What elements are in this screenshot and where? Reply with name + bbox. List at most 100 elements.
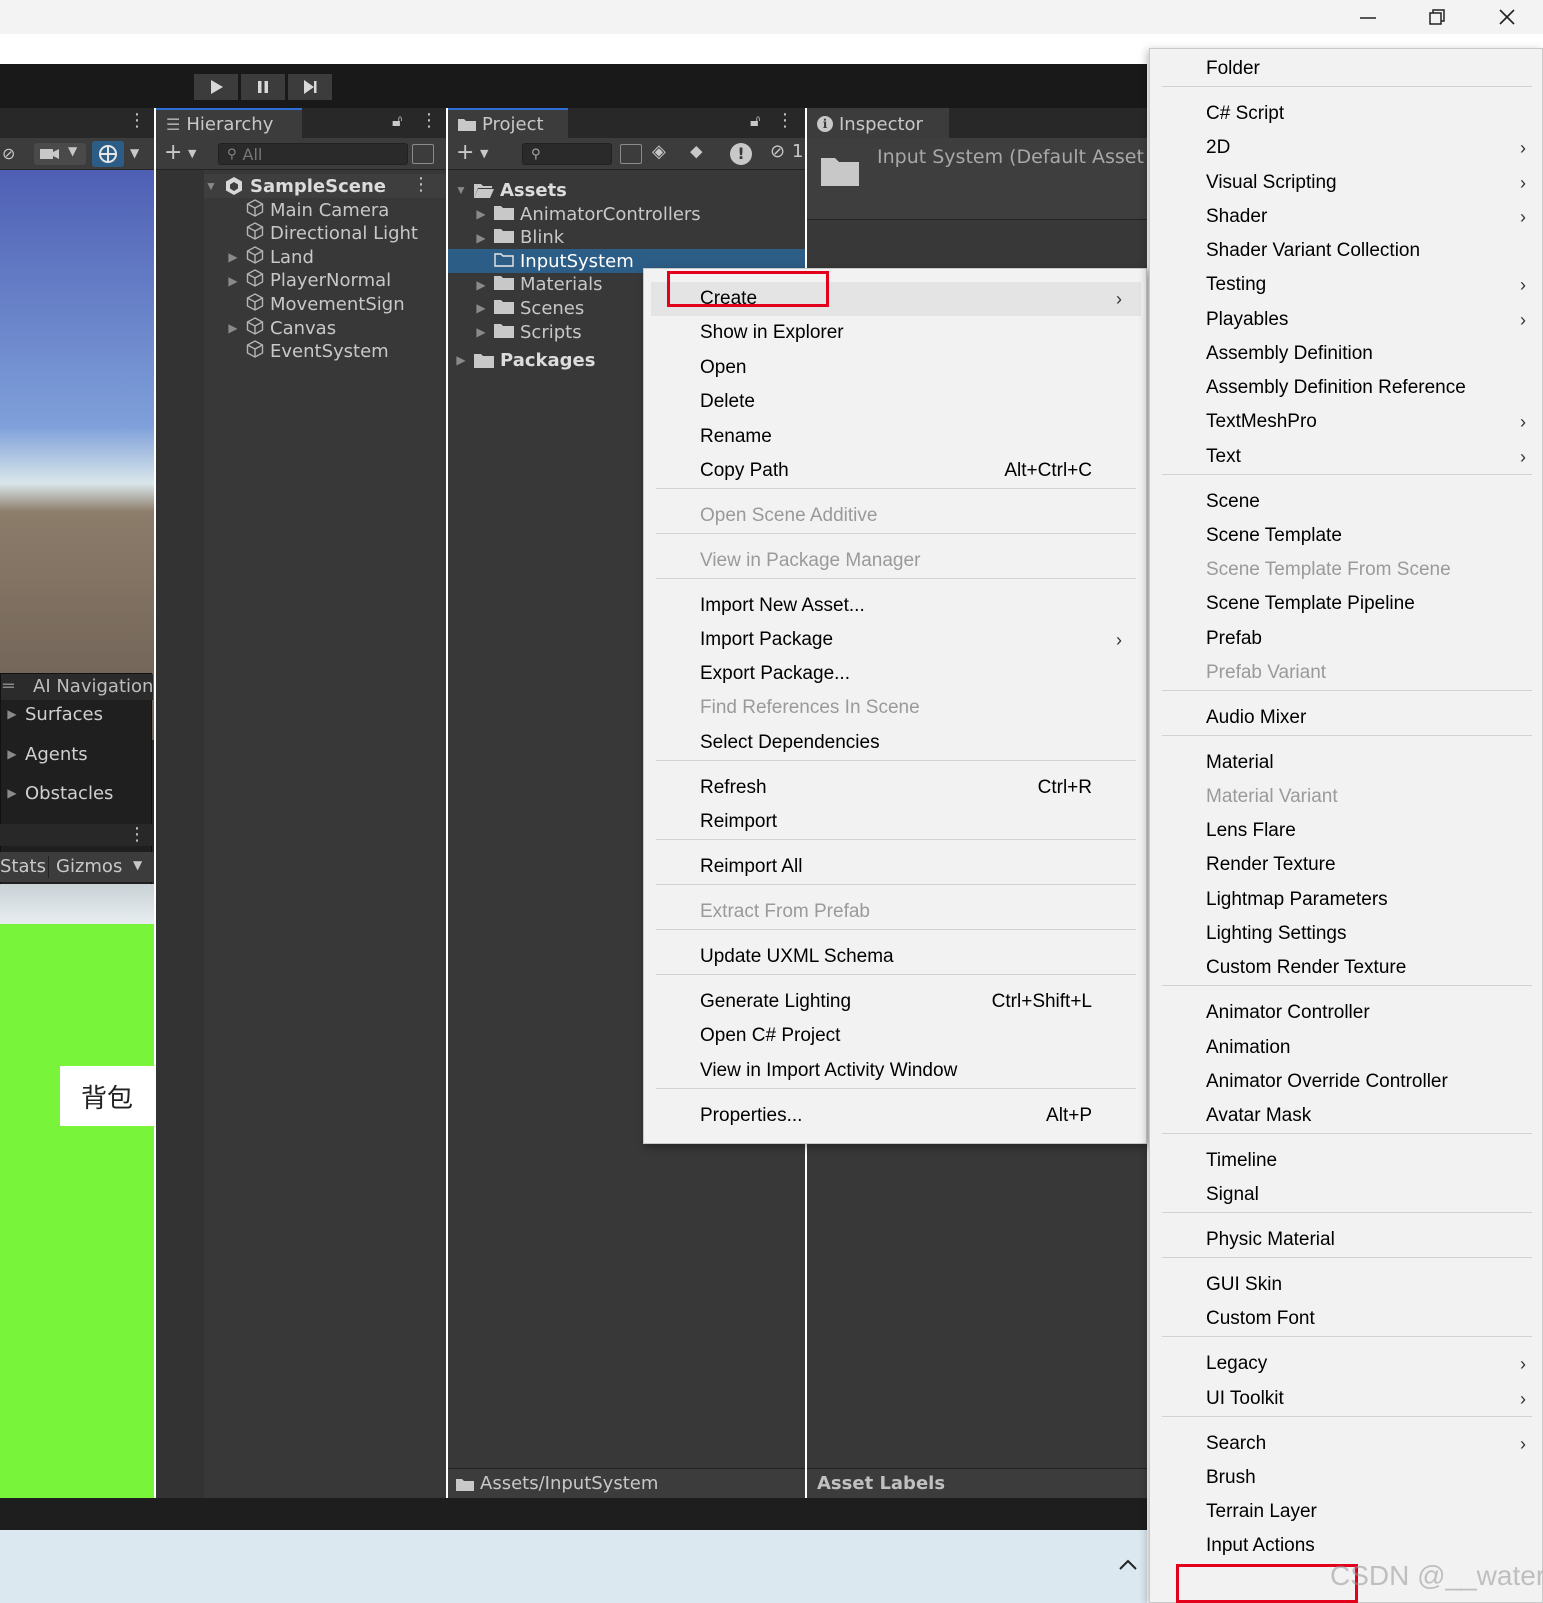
create-menu-item[interactable]: Shader Variant Collection [1150,234,1543,268]
hierarchy-item[interactable]: ▶ Land [226,245,314,269]
game-view[interactable]: 背包 [0,884,154,1498]
create-menu-item[interactable]: Physic Material [1150,1223,1543,1257]
context-menu-item[interactable]: Refresh Ctrl+R [644,771,1148,805]
create-menu-item[interactable]: Scene Template Pipeline [1150,587,1543,621]
filter-by-label-icon[interactable]: ⬥ [690,141,703,162]
add-icon[interactable]: + [164,140,182,165]
scene-view[interactable] [0,170,154,740]
ai-nav-item[interactable]: ▶ Surfaces [5,702,103,726]
hierarchy-item[interactable]: Directional Light [226,222,418,246]
expand-arrow-icon[interactable]: ▶ [226,250,240,264]
create-menu-item[interactable]: Text › [1150,440,1543,474]
create-menu-item[interactable]: Avatar Mask [1150,1099,1543,1133]
tab-inspector[interactable]: i Inspector [807,108,949,138]
create-menu-item[interactable]: Shader › [1150,200,1543,234]
context-menu-item[interactable]: Open C# Project [644,1019,1148,1053]
context-menu-item[interactable]: View in Import Activity Window [644,1054,1148,1088]
create-menu-item[interactable]: Lens Flare [1150,814,1543,848]
collapse-arrow-icon[interactable]: ▼ [454,183,468,197]
chevron-down-icon[interactable]: ▼ [133,858,142,872]
expand-arrow-icon[interactable]: ▶ [5,786,19,800]
create-menu-item[interactable]: Animation [1150,1031,1543,1065]
chevron-down-icon[interactable]: ▼ [480,147,488,160]
create-menu-item[interactable]: UI Toolkit › [1150,1382,1543,1416]
create-menu-item[interactable]: Input Actions [1150,1529,1543,1563]
context-menu-item[interactable]: Import New Asset... [644,589,1148,623]
project-folder-row[interactable]: ▶ Blink [448,226,805,250]
hierarchy-item[interactable]: Main Camera [226,198,389,222]
context-menu-item[interactable]: Open [644,351,1148,385]
create-menu-item[interactable]: Signal [1150,1178,1543,1212]
expand-arrow-icon[interactable]: ▶ [5,707,19,721]
filter-by-type-icon[interactable]: ◈ [652,141,666,162]
create-menu-item[interactable]: C# Script [1150,97,1543,131]
tab-hierarchy[interactable]: ☰ Hierarchy [156,108,302,138]
play-button[interactable] [194,74,238,100]
stats-button[interactable]: Stats [0,856,46,877]
expand-arrow-icon[interactable]: ▶ [474,231,488,245]
scene-row[interactable]: ▼ SampleScene ⋮ [204,174,446,198]
panel-menu-icon[interactable]: ⋮ [128,110,146,131]
create-menu-item[interactable]: Assembly Definition [1150,337,1543,371]
scene-menu-icon[interactable]: ⋮ [412,174,430,195]
hierarchy-item[interactable]: ▶ PlayerNormal [226,269,391,293]
create-menu-item[interactable]: Lightmap Parameters [1150,883,1543,917]
assets-folder-row[interactable]: ▼ Assets [454,178,567,202]
hierarchy-item[interactable]: EventSystem [226,340,389,364]
project-search-input[interactable]: ⚲ [522,143,612,165]
context-menu-item[interactable]: Properties... Alt+P [644,1099,1148,1133]
create-menu-item[interactable]: Timeline [1150,1144,1543,1178]
context-menu-item[interactable]: Generate Lighting Ctrl+Shift+L [644,985,1148,1019]
create-menu-item[interactable]: Prefab [1150,622,1543,656]
expand-arrow-icon[interactable]: ▶ [474,207,488,221]
hierarchy-item[interactable]: MovementSign [226,292,405,316]
context-menu-item[interactable]: Delete [644,385,1148,419]
add-icon[interactable]: + [456,140,474,165]
gizmos-button[interactable]: Gizmos [56,856,122,877]
create-menu-item[interactable]: Folder [1150,52,1543,86]
search-by-scene-icon[interactable] [620,144,642,164]
create-menu-item[interactable]: Lighting Settings [1150,917,1543,951]
scene-visibility-toggle-icon[interactable] [412,144,434,164]
create-menu-item[interactable]: Testing › [1150,268,1543,302]
create-menu-item[interactable]: Search › [1150,1427,1543,1461]
create-menu-item[interactable]: Legacy › [1150,1347,1543,1381]
create-menu-item[interactable]: Animator Override Controller [1150,1065,1543,1099]
expand-arrow-icon[interactable]: ▶ [226,321,240,335]
context-menu-item[interactable]: Import Package › [644,623,1148,657]
expand-arrow-icon[interactable]: ▶ [226,274,240,288]
panel-menu-icon[interactable]: ⋮ [128,824,146,845]
create-menu-item[interactable]: Visual Scripting › [1150,166,1543,200]
camera-dropdown[interactable]: ▼ [34,143,86,165]
gizmo-toggle-button[interactable] [92,141,124,167]
chevron-down-icon[interactable]: ▼ [130,146,139,160]
context-menu-item[interactable]: Show in Explorer [644,316,1148,350]
hierarchy-search-input[interactable]: ⚲ All [218,143,408,165]
context-menu-item[interactable]: Rename [644,420,1148,454]
chevron-up-icon[interactable] [1118,1558,1138,1572]
create-menu-item[interactable]: GUI Skin [1150,1268,1543,1302]
minimize-icon[interactable] [1358,8,1378,28]
ai-nav-item[interactable]: ▶ Obstacles [5,781,113,805]
backpack-button[interactable]: 背包 [60,1066,154,1126]
pause-button[interactable] [241,74,285,100]
expand-arrow-icon[interactable]: ▶ [454,353,468,367]
ai-nav-item[interactable]: ▶ Agents [5,742,87,766]
lock-icon[interactable]: 🔓︎ [392,111,402,131]
tab-project[interactable]: Project [448,108,568,138]
asset-labels-bar[interactable]: Asset Labels [807,1468,1147,1498]
create-menu-item[interactable]: Audio Mixer [1150,701,1543,735]
context-menu-item[interactable]: Reimport [644,805,1148,839]
create-menu-item[interactable]: Custom Render Texture [1150,951,1543,985]
chevron-down-icon[interactable]: ▼ [188,147,196,160]
create-menu-item[interactable]: Scene [1150,485,1543,519]
project-folder-row[interactable]: ▶ AnimatorControllers [448,202,805,226]
visibility-icon[interactable]: ⊘ [2,144,15,163]
warning-filter-icon[interactable]: ! [730,143,752,165]
packages-folder-row[interactable]: ▶ Packages [454,348,595,372]
context-menu-item[interactable]: Update UXML Schema [644,940,1148,974]
create-menu-item[interactable]: Material [1150,746,1543,780]
create-menu-item[interactable]: Custom Font [1150,1302,1543,1336]
context-menu-item[interactable]: Select Dependencies [644,726,1148,760]
hidden-packages-icon[interactable]: ⊘ [770,141,785,162]
